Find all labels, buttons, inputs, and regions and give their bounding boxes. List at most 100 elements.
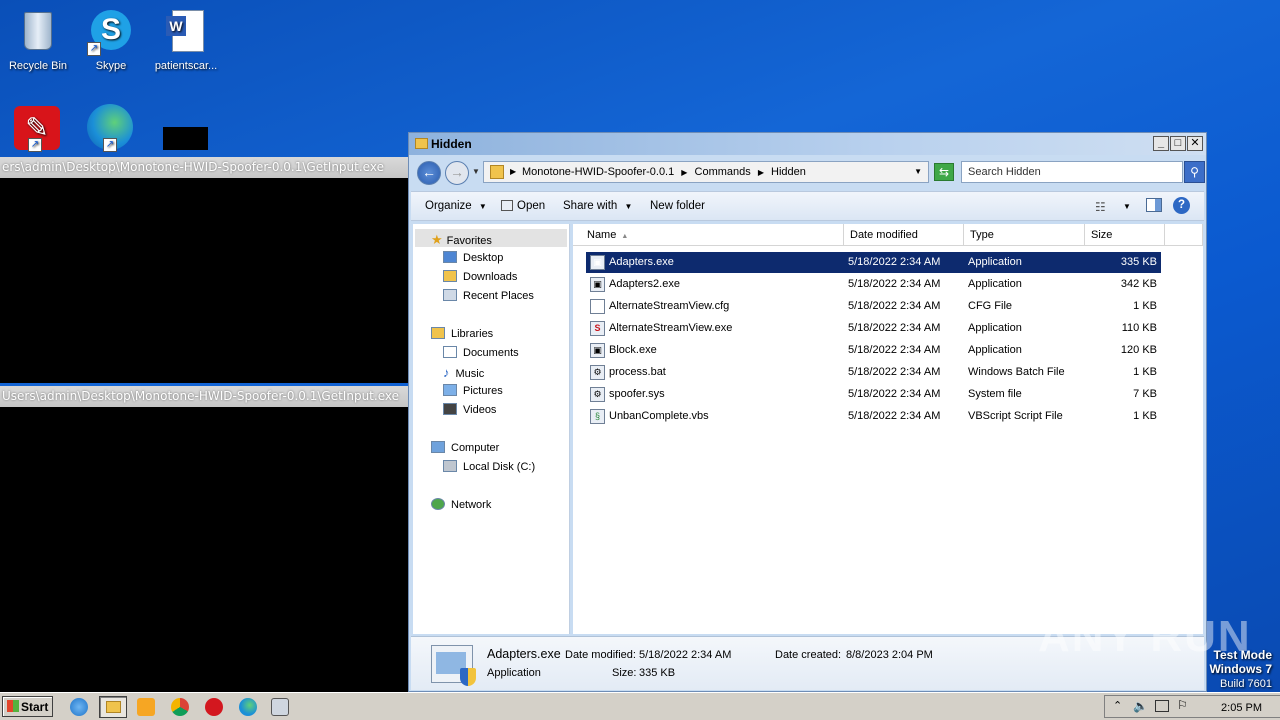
- edge-icon[interactable]: [239, 698, 257, 716]
- desktop-icon-recycle-bin[interactable]: Recycle Bin: [0, 8, 76, 72]
- back-button[interactable]: ←: [417, 161, 441, 185]
- recent-places-icon: [443, 289, 457, 301]
- uac-shield-icon: [460, 668, 476, 686]
- desktop-icon-label: Skype: [95, 60, 127, 72]
- chevron-down-icon: ▼: [478, 202, 487, 211]
- selected-file-icon: [431, 645, 476, 686]
- details-modified-label: Date modified:: [565, 649, 636, 661]
- file-date: 5/18/2022 2:34 AM: [848, 410, 941, 422]
- address-dropdown-icon[interactable]: ▼: [914, 167, 922, 176]
- column-header-size[interactable]: Size: [1085, 224, 1165, 245]
- explorer-window: Hidden _ □ ✕ ← → ▼ ▶ Monotone-HWID-Spoof…: [408, 132, 1207, 692]
- nav-local-disk[interactable]: Local Disk (C:): [443, 460, 535, 473]
- new-folder-button[interactable]: New folder: [650, 200, 705, 212]
- application-icon: ▣: [590, 255, 605, 270]
- nav-downloads[interactable]: Downloads: [443, 270, 517, 283]
- chrome-icon[interactable]: [171, 698, 189, 716]
- show-hidden-icons-icon[interactable]: ⌃: [1113, 699, 1122, 712]
- share-with-menu[interactable]: Share with ▼: [563, 200, 632, 212]
- details-file-name: Adapters.exe: [487, 647, 561, 661]
- column-header-date[interactable]: Date modified: [844, 224, 964, 245]
- open-button[interactable]: Open: [501, 200, 545, 212]
- console-title-bar[interactable]: Users\admin\Desktop\Monotone-HWID-Spoofe…: [0, 386, 408, 407]
- file-row[interactable]: S AlternateStreamView.exe 5/18/2022 2:34…: [586, 318, 1161, 339]
- file-size: 1 KB: [1133, 366, 1157, 378]
- nav-documents[interactable]: Documents: [443, 346, 519, 359]
- file-row[interactable]: ▣ Adapters.exe 5/18/2022 2:34 AM Applica…: [585, 251, 1162, 274]
- window-title: Hidden: [431, 137, 472, 151]
- nav-desktop[interactable]: Desktop: [443, 251, 503, 264]
- breadcrumb-item[interactable]: Hidden: [771, 166, 806, 178]
- media-player-icon[interactable]: [137, 698, 155, 716]
- console-window-2[interactable]: Users\admin\Desktop\Monotone-HWID-Spoofe…: [0, 386, 408, 692]
- file-date: 5/18/2022 2:34 AM: [848, 366, 941, 378]
- view-options-icon[interactable]: ☷: [1095, 200, 1106, 214]
- file-row[interactable]: ▣ Adapters2.exe 5/18/2022 2:34 AM Applic…: [586, 274, 1161, 295]
- start-button[interactable]: Start: [2, 696, 53, 717]
- preview-pane-icon[interactable]: [1146, 198, 1162, 212]
- sort-ascending-icon: ▲: [621, 233, 629, 240]
- nav-favorites[interactable]: ★ Favorites: [431, 232, 492, 248]
- desktop-icon-black-box[interactable]: [163, 127, 208, 150]
- file-row[interactable]: § UnbanComplete.vbs 5/18/2022 2:34 AM VB…: [586, 406, 1161, 427]
- internet-explorer-icon[interactable]: [70, 698, 88, 716]
- documents-icon: [443, 346, 457, 358]
- batch-file-icon: ⚙: [590, 365, 605, 380]
- nav-libraries[interactable]: Libraries: [431, 327, 493, 340]
- volume-icon[interactable]: 🔈: [1133, 699, 1148, 713]
- refresh-button[interactable]: ⇆: [934, 163, 954, 181]
- maximize-button[interactable]: □: [1170, 136, 1186, 151]
- details-type: Application: [487, 667, 541, 679]
- action-center-flag-icon[interactable]: ⚐: [1177, 698, 1188, 712]
- system-tray: ⌃ 🔈 ⚐ 2:05 PM: [1104, 695, 1280, 718]
- file-name: Block.exe: [609, 344, 657, 356]
- desktop-icon-acrobat[interactable]: ✎ ↗: [0, 104, 76, 156]
- organize-menu[interactable]: Organize ▼: [425, 200, 487, 212]
- clock[interactable]: 2:05 PM: [1221, 702, 1262, 714]
- nav-music[interactable]: ♪ Music: [443, 365, 484, 380]
- nav-videos[interactable]: Videos: [443, 403, 496, 416]
- breadcrumb-item[interactable]: Commands: [695, 166, 751, 178]
- console-title-bar[interactable]: ers\admin\Desktop\Monotone-HWID-Spoofer-…: [0, 157, 408, 178]
- search-input[interactable]: Search Hidden: [961, 161, 1183, 183]
- edge-icon: ↗: [87, 104, 135, 152]
- desktop-icon-document[interactable]: W patientscar...: [148, 8, 224, 72]
- nav-pictures[interactable]: Pictures: [443, 384, 503, 397]
- minimize-button[interactable]: _: [1153, 136, 1169, 151]
- file-size: 335 KB: [1120, 256, 1157, 268]
- desktop-icon-skype[interactable]: S ↗ Skype: [73, 8, 149, 72]
- details-created-value: 8/8/2023 2:04 PM: [846, 649, 933, 661]
- explorer-taskbar-button[interactable]: [99, 696, 127, 718]
- nav-recent-places[interactable]: Recent Places: [443, 289, 534, 302]
- help-icon[interactable]: ?: [1173, 197, 1190, 214]
- file-name: Adapters2.exe: [609, 278, 680, 290]
- close-button[interactable]: ✕: [1187, 136, 1203, 151]
- nav-network[interactable]: Network: [431, 498, 491, 511]
- file-name: AlternateStreamView.exe: [609, 322, 733, 334]
- console-taskbar-icon[interactable]: [271, 698, 289, 716]
- console-window-1[interactable]: ers\admin\Desktop\Monotone-HWID-Spoofer-…: [0, 157, 408, 383]
- file-row[interactable]: ⚙ process.bat 5/18/2022 2:34 AM Windows …: [586, 362, 1161, 383]
- file-row[interactable]: ▣ Block.exe 5/18/2022 2:34 AM Applicatio…: [586, 340, 1161, 361]
- file-row[interactable]: ⚙ spoofer.sys 5/18/2022 2:34 AM System f…: [586, 384, 1161, 405]
- title-bar[interactable]: Hidden _ □ ✕: [409, 133, 1206, 155]
- address-bar[interactable]: ▶ Monotone-HWID-Spoofer-0.0.1 ▶ Commands…: [483, 161, 929, 183]
- nav-computer[interactable]: Computer: [431, 441, 499, 454]
- show-desktop-button[interactable]: [1266, 695, 1280, 718]
- history-dropdown-icon[interactable]: ▼: [472, 167, 480, 176]
- videos-icon: [443, 403, 457, 415]
- open-icon: [501, 200, 513, 211]
- column-header-blank[interactable]: [1165, 224, 1203, 245]
- desktop-icon-edge[interactable]: ↗: [73, 104, 149, 156]
- forward-button[interactable]: →: [445, 161, 469, 185]
- breadcrumb-item[interactable]: Monotone-HWID-Spoofer-0.0.1: [522, 166, 674, 178]
- file-date: 5/18/2022 2:34 AM: [848, 256, 941, 268]
- file-row[interactable]: AlternateStreamView.cfg 5/18/2022 2:34 A…: [586, 296, 1161, 317]
- opera-icon[interactable]: [205, 698, 223, 716]
- column-header-name[interactable]: Name ▲: [581, 224, 844, 245]
- column-header-type[interactable]: Type: [964, 224, 1085, 245]
- view-dropdown-icon[interactable]: ▼: [1123, 202, 1131, 211]
- folder-icon: [490, 165, 504, 179]
- search-icon[interactable]: ⚲: [1184, 161, 1205, 183]
- network-tray-icon[interactable]: [1155, 700, 1169, 712]
